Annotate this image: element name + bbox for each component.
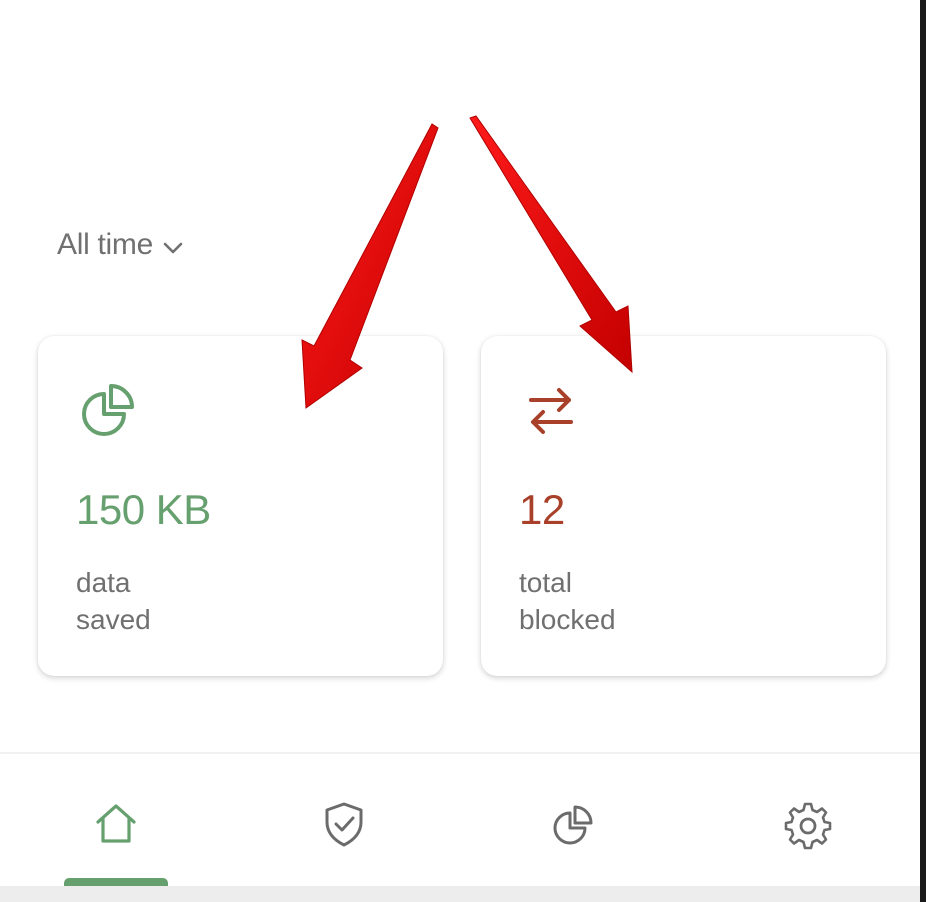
pie-chart-icon bbox=[553, 805, 593, 845]
total-blocked-caption: total blocked bbox=[519, 564, 659, 638]
red-arrow-icon bbox=[469, 115, 633, 374]
nav-item-home[interactable] bbox=[86, 794, 146, 854]
data-saved-caption: data saved bbox=[76, 564, 216, 638]
window-edge bbox=[920, 0, 926, 902]
time-range-dropdown[interactable]: All time bbox=[57, 228, 183, 262]
caption-line: blocked bbox=[519, 604, 616, 635]
gear-icon bbox=[784, 802, 832, 850]
data-saved-value: 150 KB bbox=[76, 486, 211, 533]
system-bar bbox=[0, 886, 920, 902]
bottom-navigation bbox=[0, 754, 920, 888]
nav-item-statistics[interactable] bbox=[543, 794, 603, 854]
chevron-down-icon bbox=[163, 242, 183, 254]
time-range-label: All time bbox=[57, 228, 153, 261]
data-saved-card[interactable]: 150 KB data saved bbox=[38, 336, 443, 676]
total-blocked-card[interactable]: 12 total blocked bbox=[481, 336, 886, 676]
caption-line: total bbox=[519, 567, 572, 598]
pie-chart-icon bbox=[82, 384, 134, 436]
shield-check-icon bbox=[325, 802, 363, 847]
home-icon bbox=[96, 804, 136, 843]
nav-item-protection[interactable] bbox=[314, 794, 374, 854]
caption-line: saved bbox=[76, 604, 151, 635]
total-blocked-value: 12 bbox=[519, 486, 565, 533]
swap-arrows-icon bbox=[529, 388, 573, 434]
nav-item-settings[interactable] bbox=[778, 794, 838, 854]
caption-line: data bbox=[76, 567, 131, 598]
